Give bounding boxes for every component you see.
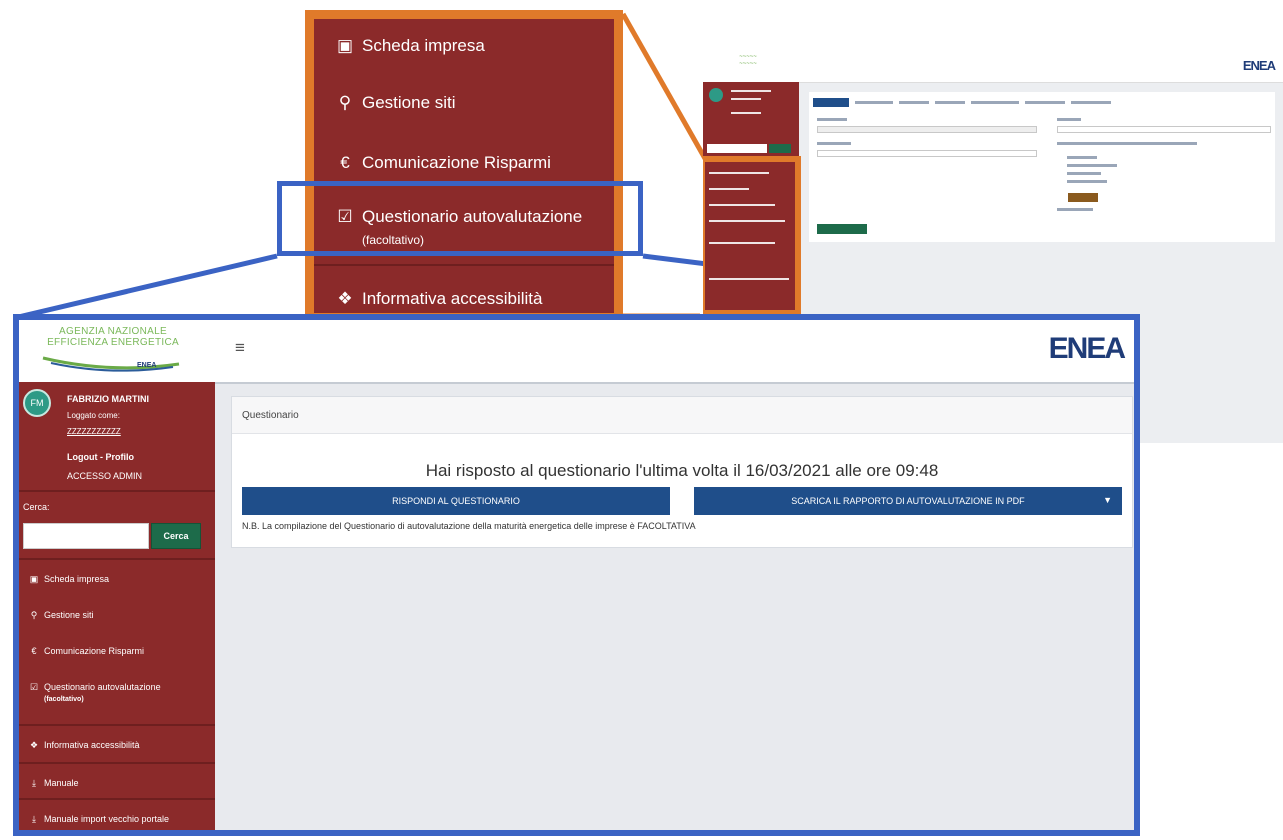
zoom-divider bbox=[314, 264, 614, 266]
enea-logo: ENEA bbox=[1048, 332, 1126, 365]
logout-link[interactable]: Logout bbox=[67, 452, 98, 462]
profile-link[interactable]: Profilo bbox=[106, 452, 135, 462]
search-button[interactable]: Cerca bbox=[151, 523, 201, 549]
thumbnail-brand: ENEA bbox=[1242, 58, 1276, 73]
caret-down-icon: ▼ bbox=[1103, 495, 1112, 505]
sidebar-item-accessibilita[interactable]: ❖ Informativa accessibilità bbox=[29, 740, 140, 751]
questionnaire-card: Questionario Hai risposto al questionari… bbox=[231, 396, 1133, 548]
search-input[interactable] bbox=[23, 523, 149, 549]
sidebar-item-manuale-import[interactable]: ⤓ Manuale import vecchio portale bbox=[29, 814, 169, 825]
top-header: AGENZIA NAZIONALE EFFICIENZA ENERGETICA … bbox=[19, 320, 1134, 384]
euro-icon: € bbox=[31, 646, 37, 656]
logged-as-label: Loggato come: bbox=[67, 411, 120, 420]
questionario-highlight-box bbox=[277, 181, 643, 256]
sidebar-divider bbox=[19, 798, 215, 800]
sidebar-divider bbox=[19, 558, 215, 560]
sidebar-divider bbox=[19, 490, 215, 492]
page-title: Hai risposto al questionario l'ultima vo… bbox=[425, 461, 939, 480]
thumbnail-content bbox=[809, 92, 1275, 242]
zoomed-page-callout: AGENZIA NAZIONALE EFFICIENZA ENERGETICA … bbox=[13, 314, 1140, 836]
search-label: Cerca: bbox=[23, 502, 50, 512]
download-report-button[interactable]: SCARICA IL RAPPORTO DI AUTOVALUTAZIONE I… bbox=[694, 487, 1122, 515]
thumbnail-upload-button bbox=[1068, 193, 1098, 202]
agency-logo[interactable]: AGENZIA NAZIONALE EFFICIENZA ENERGETICA … bbox=[33, 326, 193, 376]
briefcase-icon: ▣ bbox=[336, 36, 354, 55]
logo-swoosh-icon bbox=[42, 356, 180, 372]
checkbox-icon: ☑ bbox=[29, 682, 39, 692]
thumbnail-logo: ~~~~~ ~~~~~ bbox=[739, 54, 757, 67]
optional-note: N.B. La compilazione del Questionario di… bbox=[242, 521, 696, 531]
sidebar-item-comunicazione-risparmi[interactable]: € Comunicazione Risparmi bbox=[29, 646, 144, 656]
admin-access-link[interactable]: ACCESSO ADMIN bbox=[67, 471, 142, 481]
sidebar-divider bbox=[19, 762, 215, 764]
download-icon: ⤓ bbox=[32, 778, 36, 788]
zoom-item-scheda: ▣ Scheda impresa bbox=[336, 36, 485, 55]
download-icon: ⤓ bbox=[32, 814, 36, 824]
sidebar: FM FABRIZIO MARTINI Loggato come: ZZZZZZ… bbox=[19, 382, 215, 830]
avatar: FM bbox=[23, 389, 51, 417]
thumbnail-highlight bbox=[703, 156, 801, 316]
euro-icon: € bbox=[340, 153, 350, 172]
info-icon: ❖ bbox=[337, 289, 353, 308]
thumbnail-header: ~~~~~ ~~~~~ ENEA bbox=[703, 48, 1283, 83]
thumbnail-save-button bbox=[817, 224, 867, 234]
sidebar-item-questionario[interactable]: ☑ Questionario autovalutazione (facoltati… bbox=[29, 682, 161, 703]
user-code: ZZZZZZZZZZZ bbox=[67, 427, 121, 436]
zoom-item-accessibilita: ❖ Informativa accessibilità bbox=[337, 289, 543, 308]
sidebar-item-scheda-impresa[interactable]: ▣ Scheda impresa bbox=[29, 574, 109, 585]
logo-sub: ENEA bbox=[137, 362, 157, 369]
briefcase-icon: ▣ bbox=[29, 574, 39, 584]
card-header: Questionario bbox=[232, 397, 1132, 434]
user-name: FABRIZIO MARTINI bbox=[67, 394, 149, 404]
logo-line-1: AGENZIA NAZIONALE bbox=[59, 326, 167, 337]
zoom-item-risparmi: € Comunicazione Risparmi bbox=[336, 153, 551, 173]
zoom-item-siti: ⚲ Gestione siti bbox=[336, 93, 456, 113]
logo-line-2: EFFICIENZA ENERGETICA bbox=[47, 337, 179, 348]
info-icon: ❖ bbox=[29, 740, 39, 750]
sidebar-item-gestione-siti[interactable]: ⚲ Gestione siti bbox=[29, 610, 94, 621]
map-marker-icon: ⚲ bbox=[30, 610, 38, 620]
respond-questionnaire-button[interactable]: RISPONDI AL QUESTIONARIO bbox=[242, 487, 670, 515]
menu-toggle-icon[interactable]: ≡ bbox=[235, 338, 245, 358]
zoomed-menu-callout: ▣ Scheda impresa ⚲ Gestione siti € Comunica… bbox=[305, 10, 623, 322]
user-links: Logout - Profilo bbox=[67, 452, 134, 462]
sidebar-divider bbox=[19, 724, 215, 726]
map-marker-icon: ⚲ bbox=[338, 93, 352, 112]
sidebar-item-manuale[interactable]: ⤓ Manuale bbox=[29, 778, 79, 789]
breadcrumb: Questionario bbox=[242, 410, 299, 421]
